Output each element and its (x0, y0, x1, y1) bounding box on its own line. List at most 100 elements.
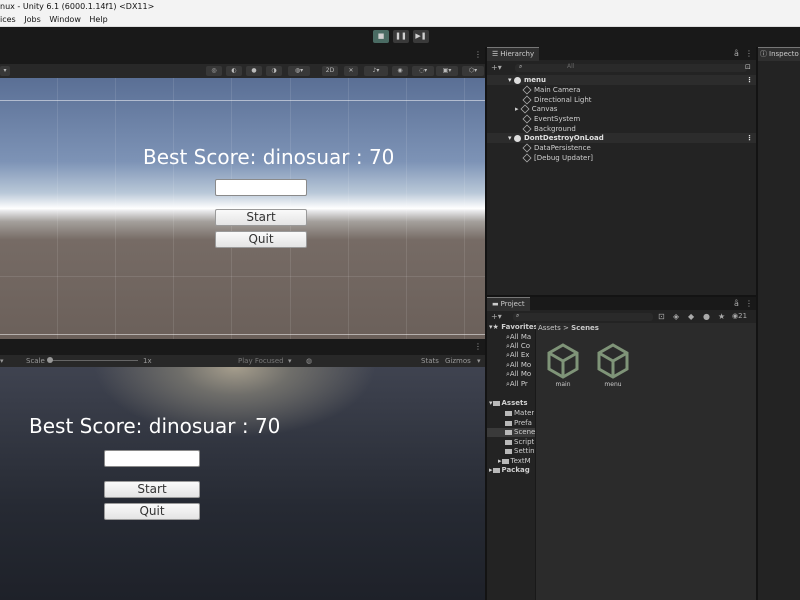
camera-dropdown[interactable]: ▣▾ (436, 66, 458, 76)
scene-asset-main[interactable]: main (545, 343, 585, 388)
render-mode-dropdown[interactable]: ◍▾ (288, 66, 310, 76)
inspector-tab[interactable]: ⓘ Inspecto (758, 47, 800, 61)
folder-icon (492, 400, 500, 406)
hierarchy-search-placeholder: All (567, 63, 575, 70)
game-quit-button[interactable]: Quit (104, 503, 200, 520)
game-view[interactable]: Best Score: dinosuar : 70 Start Quit (0, 367, 485, 600)
favorite-star-icon[interactable]: ★ (718, 312, 725, 321)
step-button[interactable]: ▶❚ (413, 30, 429, 43)
assets-folder[interactable]: Settin (505, 447, 535, 456)
favorite-item[interactable]: ⌕All Ma (506, 333, 531, 342)
visibility-icon[interactable]: ◉ (392, 66, 408, 76)
hierarchy-item[interactable]: [Debug Updater] (522, 153, 593, 163)
hidden-packages-count[interactable]: ◉21 (732, 312, 747, 320)
scene-start-button[interactable]: Start (215, 209, 307, 226)
lock-icon[interactable]: ȃ (734, 299, 739, 308)
packages-folder[interactable]: ▸ Packag (489, 466, 530, 475)
breadcrumb-separator: > (563, 324, 569, 332)
favorite-item[interactable]: ⌕All Co (506, 342, 530, 351)
project-search-input[interactable]: ⌕ (513, 312, 653, 321)
breadcrumb-assets[interactable]: Assets (538, 324, 561, 332)
scale-slider[interactable] (48, 360, 138, 361)
audio-dropdown[interactable]: ♪▾ (364, 66, 388, 76)
hierarchy-menu-icon[interactable]: ⋮ (745, 49, 753, 58)
scene-name-input[interactable] (215, 179, 307, 196)
step-icon: ▶❚ (415, 32, 427, 40)
menu-item-help[interactable]: Help (89, 13, 107, 26)
gameobject-icon (522, 143, 532, 153)
shading-icon[interactable]: ◐ (226, 66, 242, 76)
pause-button[interactable]: ❚❚ (393, 30, 409, 43)
assets-folder-selected[interactable]: Scene (487, 428, 535, 437)
focused-dropdown-arrow[interactable]: ▾ (288, 355, 292, 367)
hierarchy-item[interactable]: ▸ Canvas (515, 104, 557, 114)
scene-quit-button[interactable]: Quit (215, 231, 307, 248)
create-asset-icon[interactable]: +▾ (491, 312, 502, 321)
scale-slider-handle[interactable] (47, 357, 53, 363)
row-menu-icon[interactable]: ⋮ (746, 75, 753, 85)
project-menu-icon[interactable]: ⋮ (745, 299, 753, 308)
hierarchy-panel: ☰ Hierarchy ȃ ⋮ +▾ ⌕ All ⊡ ▾ menu ⋮ Main C… (487, 47, 756, 295)
play-focused-dropdown[interactable]: Play Focused (238, 355, 284, 367)
hierarchy-tab[interactable]: ☰ Hierarchy (487, 47, 540, 61)
stop-button[interactable]: ■ (373, 30, 389, 43)
row-menu-icon[interactable]: ⋮ (746, 133, 753, 143)
wireframe-icon[interactable]: ◑ (266, 66, 282, 76)
gizmos-dropdown[interactable]: ⬡▾ (462, 66, 484, 76)
window-title-bar: nux - Unity 6.1 (6000.1.14f1) <DX11> (0, 0, 800, 13)
search-by-label-icon[interactable]: ◈ (673, 312, 679, 321)
assets-root-folder[interactable]: ▾ Assets (489, 399, 528, 408)
gizmos-button[interactable]: Gizmos (445, 355, 471, 367)
menu-item-jobs[interactable]: Jobs (24, 13, 41, 26)
info-icon[interactable]: ● (703, 312, 710, 321)
favorite-item[interactable]: ⌕All Ex (506, 351, 529, 360)
assets-folder[interactable]: ▸ TextM (498, 457, 531, 466)
scale-value: 1x (143, 357, 152, 365)
display-dropdown[interactable]: ▾ (0, 355, 4, 367)
toggle-2d-button[interactable]: 2D (322, 66, 338, 76)
hierarchy-item[interactable]: Main Camera (522, 85, 580, 95)
assets-folder[interactable]: Mater (505, 409, 534, 418)
menu-item-devices[interactable]: ices (0, 13, 16, 26)
orientation-icon[interactable]: ◎ (206, 66, 222, 76)
lit-icon[interactable]: ● (246, 66, 262, 76)
scene-asset-menu[interactable]: menu (595, 343, 635, 388)
search-by-type-icon[interactable]: ⊡ (658, 312, 665, 321)
main-toolbar: ■ ❚❚ ▶❚ (0, 27, 800, 47)
hierarchy-item[interactable]: EventSystem (522, 114, 580, 124)
scene-dropdown[interactable]: ▾ (0, 66, 10, 76)
vertical-splitter[interactable] (756, 47, 758, 600)
game-name-input[interactable] (104, 450, 200, 467)
effects-dropdown[interactable]: ◌▾ (412, 66, 434, 76)
hierarchy-item[interactable]: DataPersistence (522, 143, 591, 153)
menu-item-window[interactable]: Window (49, 13, 81, 26)
panel-menu-icon[interactable]: ⋮ (474, 50, 482, 59)
favorite-item[interactable]: ⌕All Mo (506, 370, 531, 379)
search-options-icon[interactable]: ⊡ (745, 63, 751, 71)
window-title: nux - Unity 6.1 (6000.1.14f1) <DX11> (0, 2, 155, 11)
assets-folder[interactable]: Prefa (505, 419, 532, 428)
favorites-header[interactable]: ▾★ Favorites (489, 323, 538, 332)
favorite-item[interactable]: ⌕All Mo (506, 361, 531, 370)
project-tab[interactable]: ▬ Project (487, 297, 530, 311)
scale-label: Scale (26, 357, 45, 365)
scene-row-menu[interactable]: ▾ menu ⋮ (487, 75, 756, 85)
vertical-splitter[interactable] (485, 47, 487, 600)
favorite-item[interactable]: ⌕All Pr (506, 380, 528, 389)
gizmos-dropdown-arrow[interactable]: ▾ (477, 355, 481, 367)
horizontal-splitter[interactable] (487, 295, 756, 297)
hierarchy-search-input[interactable]: ⌕ All ⊡ (515, 63, 751, 72)
scene-view[interactable]: Best Score: dinosuar : 70 Start Quit (0, 78, 485, 339)
label-tag-icon[interactable]: ◆ (688, 312, 694, 321)
add-icon[interactable]: +▾ (491, 63, 502, 72)
lighting-icon[interactable]: ✕ (344, 66, 358, 76)
scene-row-dontdestroyonload[interactable]: ▾ DontDestroyOnLoad ⋮ (487, 133, 756, 143)
game-start-button[interactable]: Start (104, 481, 200, 498)
lock-icon[interactable]: ȃ (734, 49, 739, 58)
search-icon: ⌕ (516, 312, 520, 319)
stats-button[interactable]: Stats (421, 355, 439, 367)
game-panel-menu-icon[interactable]: ⋮ (474, 342, 482, 351)
breadcrumb-scenes[interactable]: Scenes (571, 324, 599, 332)
mute-audio-icon[interactable]: ◍ (306, 355, 312, 367)
assets-folder[interactable]: Script (505, 438, 534, 447)
